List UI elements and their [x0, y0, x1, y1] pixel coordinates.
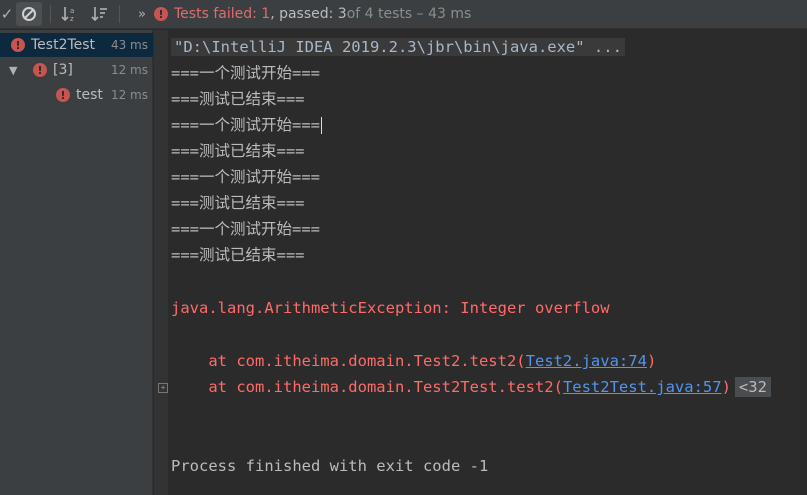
console-output-line: ===测试已结束===: [171, 246, 305, 264]
console-output-line: ===一个测试开始===: [171, 168, 320, 186]
console-output-line: ===一个测试开始===: [171, 64, 320, 82]
tree-item-label: test: [76, 87, 103, 103]
svg-text:a: a: [70, 7, 74, 15]
stack-frame-close: ): [646, 352, 657, 370]
cancel-icon[interactable]: [16, 2, 42, 26]
stack-trace-line: at com.itheima.domain.Test2.test2(Test2.…: [171, 351, 656, 371]
stack-trace-line: at com.itheima.domain.Test2Test.test2(Te…: [171, 377, 771, 397]
console-output-line: ===一个测试开始===: [171, 115, 322, 135]
stack-frame-text: at com.itheima.domain.Test2Test.test2(: [171, 378, 563, 396]
double-chevron-icon[interactable]: »: [134, 2, 150, 26]
console-output-line: ===测试已结束===: [171, 142, 305, 160]
test-results-tree: ! Test2Test 43 ms ▼ ! [3] 12 ms ! test 1…: [0, 30, 153, 495]
tree-item-test2test[interactable]: ! Test2Test 43 ms: [0, 33, 153, 57]
tree-item-label: Test2Test: [31, 37, 96, 53]
process-exit-line: Process finished with exit code -1: [171, 457, 489, 475]
status-failed-text: Tests failed: 1: [174, 6, 271, 22]
test-runner-toolbar: ✓ az » ! Tests failed: 1 , passed: 3 of …: [0, 0, 807, 29]
expand-triangle-icon[interactable]: ▼: [9, 64, 21, 77]
checkmark-icon[interactable]: ✓: [0, 2, 14, 26]
stack-frame-close: ): [721, 378, 731, 396]
console-output-line: ===测试已结束===: [171, 194, 305, 212]
test-status-summary: ! Tests failed: 1 , passed: 3 of 4 tests…: [154, 6, 471, 22]
source-link[interactable]: Test2Test.java:57: [563, 378, 722, 396]
svg-text:z: z: [70, 15, 74, 23]
text-cursor: [321, 117, 322, 134]
exception-message: java.lang.ArithmeticException: Integer o…: [171, 299, 610, 317]
tree-item-duration: 12 ms: [110, 88, 148, 102]
java-command: "D:\IntelliJ IDEA 2019.2.3\jbr\bin\java.…: [171, 38, 625, 56]
folded-frames-badge[interactable]: <32: [734, 377, 771, 397]
sort-alphabetically-icon[interactable]: az: [59, 2, 81, 26]
tree-item-duration: 43 ms: [110, 38, 148, 52]
toolbar-separator: [50, 5, 51, 23]
error-icon: !: [11, 38, 25, 52]
error-icon: !: [56, 88, 70, 102]
tree-item-test[interactable]: ! test 12 ms: [0, 83, 153, 107]
console-output-line: ===一个测试开始===: [171, 220, 320, 238]
console-output-line: ===测试已结束===: [171, 90, 305, 108]
tree-item-duration: 12 ms: [110, 63, 148, 77]
sort-by-duration-icon[interactable]: [89, 2, 111, 26]
console-command-line: "D:\IntelliJ IDEA 2019.2.3\jbr\bin\java.…: [171, 37, 625, 57]
console-output-text: ===一个测试开始===: [171, 116, 320, 134]
tree-item-label: [3]: [53, 62, 73, 78]
stack-frame-text: at com.itheima.domain.Test2.test2(: [171, 352, 526, 370]
console-gutter: [154, 30, 168, 495]
status-passed-text: , passed: 3: [270, 6, 347, 22]
source-link[interactable]: Test2.java:74: [526, 352, 647, 370]
tree-item-iteration[interactable]: ▼ ! [3] 12 ms: [0, 58, 153, 82]
status-total-text: of 4 tests – 43 ms: [346, 6, 472, 22]
console-output[interactable]: "D:\IntelliJ IDEA 2019.2.3\jbr\bin\java.…: [154, 30, 807, 495]
toolbar-separator: [119, 5, 120, 23]
error-icon: !: [33, 63, 47, 77]
expand-fold-icon[interactable]: +: [158, 383, 168, 393]
error-icon: !: [154, 7, 168, 21]
